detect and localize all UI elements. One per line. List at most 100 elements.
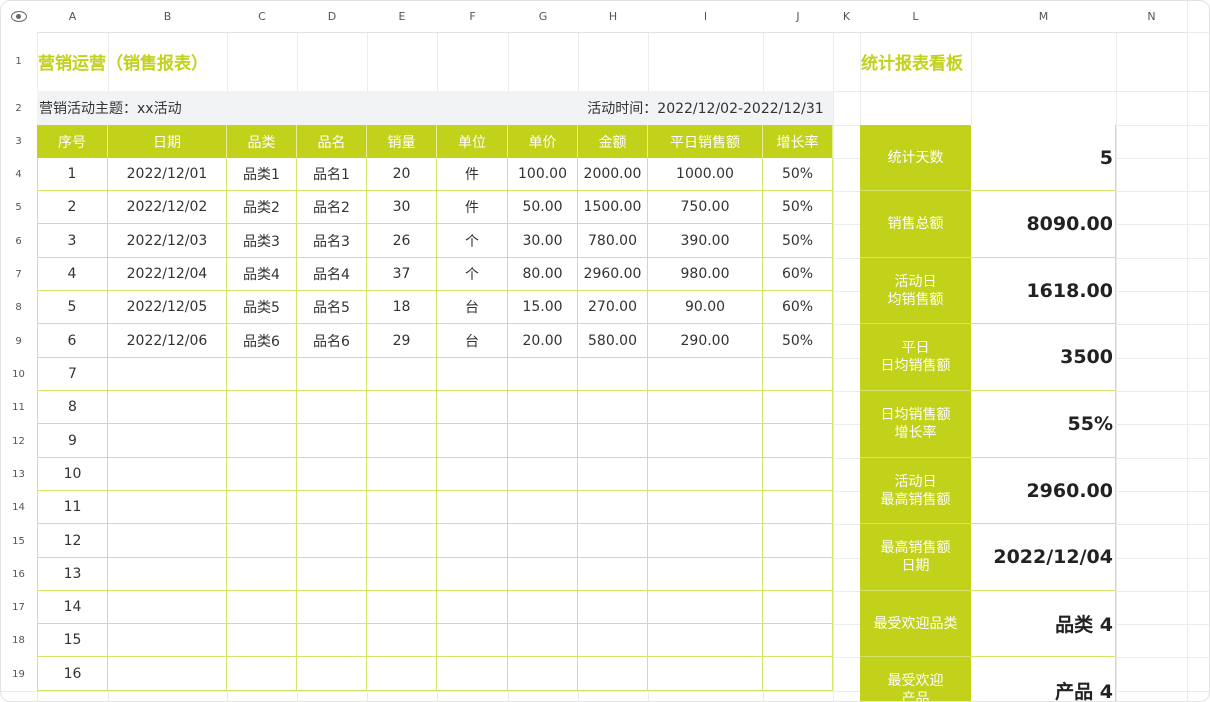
table-cell[interactable] <box>578 491 648 524</box>
table-cell[interactable] <box>437 424 508 458</box>
dashboard-value[interactable]: 55% <box>971 391 1116 458</box>
table-cell[interactable]: 品名3 <box>297 224 367 258</box>
table-cell[interactable] <box>763 524 833 558</box>
table-cell[interactable]: 5 <box>37 291 108 324</box>
row-header[interactable]: 17 <box>0 591 37 624</box>
table-cell[interactable] <box>648 558 763 591</box>
table-header-cell[interactable]: 日期 <box>108 125 227 158</box>
dashboard-title[interactable]: 统计报表看板 <box>860 32 1116 91</box>
table-cell[interactable] <box>508 391 578 424</box>
table-cell[interactable] <box>578 524 648 558</box>
table-cell[interactable] <box>108 558 227 591</box>
table-cell[interactable] <box>763 657 833 691</box>
activity-period[interactable]: 活动时间：2022/12/02-2022/12/31 <box>578 91 833 125</box>
table-header-cell[interactable]: 增长率 <box>763 125 833 158</box>
row-header[interactable]: 3 <box>0 125 37 158</box>
table-cell[interactable]: 2000.00 <box>578 158 648 191</box>
table-cell[interactable] <box>227 524 297 558</box>
table-cell[interactable] <box>227 657 297 691</box>
table-header-cell[interactable]: 品名 <box>297 125 367 158</box>
table-cell[interactable] <box>508 591 578 624</box>
table-cell[interactable] <box>578 458 648 491</box>
table-cell[interactable]: 品名1 <box>297 158 367 191</box>
table-cell[interactable] <box>367 591 437 624</box>
table-cell[interactable]: 2022/12/05 <box>108 291 227 324</box>
table-cell[interactable] <box>227 458 297 491</box>
row-header[interactable]: 14 <box>0 491 37 524</box>
table-cell[interactable] <box>437 591 508 624</box>
table-cell[interactable] <box>648 491 763 524</box>
table-cell[interactable] <box>297 624 367 657</box>
table-cell[interactable]: 13 <box>37 558 108 591</box>
table-cell[interactable] <box>297 358 367 391</box>
table-cell[interactable]: 2022/12/06 <box>108 324 227 358</box>
table-cell[interactable]: 品类4 <box>227 258 297 291</box>
table-cell[interactable]: 个 <box>437 224 508 258</box>
column-header[interactable]: F <box>437 0 508 33</box>
table-cell[interactable] <box>367 491 437 524</box>
table-cell[interactable] <box>763 624 833 657</box>
table-cell[interactable] <box>648 624 763 657</box>
table-header-cell[interactable]: 金额 <box>578 125 648 158</box>
table-cell[interactable]: 80.00 <box>508 258 578 291</box>
column-header[interactable]: G <box>508 0 578 33</box>
table-cell[interactable] <box>367 524 437 558</box>
table-cell[interactable]: 品类6 <box>227 324 297 358</box>
table-cell[interactable] <box>648 524 763 558</box>
row-header[interactable]: 2 <box>0 91 37 125</box>
row-header[interactable]: 18 <box>0 624 37 657</box>
table-cell[interactable]: 60% <box>763 291 833 324</box>
table-cell[interactable]: 50% <box>763 191 833 224</box>
table-cell[interactable] <box>367 391 437 424</box>
row-header[interactable]: 4 <box>0 158 37 191</box>
table-cell[interactable]: 台 <box>437 291 508 324</box>
table-cell[interactable] <box>763 491 833 524</box>
table-cell[interactable] <box>763 591 833 624</box>
table-cell[interactable]: 18 <box>367 291 437 324</box>
table-cell[interactable] <box>437 558 508 591</box>
table-cell[interactable] <box>297 491 367 524</box>
table-cell[interactable] <box>227 491 297 524</box>
column-header[interactable]: N <box>1116 0 1187 33</box>
table-cell[interactable]: 60% <box>763 258 833 291</box>
table-cell[interactable]: 品类1 <box>227 158 297 191</box>
table-cell[interactable] <box>108 391 227 424</box>
table-cell[interactable] <box>297 657 367 691</box>
dashboard-label[interactable]: 最受欢迎 产品 <box>860 657 971 702</box>
table-cell[interactable]: 品类2 <box>227 191 297 224</box>
table-cell[interactable] <box>578 424 648 458</box>
table-cell[interactable]: 50% <box>763 324 833 358</box>
table-cell[interactable]: 8 <box>37 391 108 424</box>
dashboard-value[interactable]: 品类 4 <box>971 591 1116 657</box>
table-cell[interactable] <box>508 624 578 657</box>
table-cell[interactable]: 9 <box>37 424 108 458</box>
dashboard-value[interactable]: 2960.00 <box>971 458 1116 524</box>
table-cell[interactable]: 750.00 <box>648 191 763 224</box>
dashboard-value[interactable]: 产品 4 <box>971 657 1116 702</box>
column-header[interactable]: I <box>648 0 763 33</box>
dashboard-value[interactable]: 8090.00 <box>971 191 1116 258</box>
table-cell[interactable] <box>648 657 763 691</box>
table-cell[interactable] <box>297 458 367 491</box>
table-cell[interactable] <box>437 524 508 558</box>
table-cell[interactable] <box>578 657 648 691</box>
table-cell[interactable] <box>108 491 227 524</box>
table-cell[interactable] <box>578 624 648 657</box>
table-cell[interactable]: 16 <box>37 657 108 691</box>
select-all-corner[interactable] <box>0 0 37 33</box>
dashboard-label[interactable]: 统计天数 <box>860 125 971 191</box>
table-cell[interactable] <box>437 624 508 657</box>
dashboard-value[interactable]: 2022/12/04 <box>971 524 1116 591</box>
table-cell[interactable] <box>508 491 578 524</box>
dashboard-label[interactable]: 最高销售额 日期 <box>860 524 971 591</box>
table-cell[interactable] <box>648 358 763 391</box>
table-cell[interactable] <box>108 458 227 491</box>
table-cell[interactable]: 26 <box>367 224 437 258</box>
table-cell[interactable]: 件 <box>437 191 508 224</box>
row-header[interactable]: 7 <box>0 258 37 291</box>
dashboard-label[interactable]: 日均销售额 增长率 <box>860 391 971 458</box>
table-cell[interactable]: 100.00 <box>508 158 578 191</box>
column-header[interactable]: H <box>578 0 648 33</box>
table-cell[interactable] <box>508 657 578 691</box>
table-cell[interactable]: 290.00 <box>648 324 763 358</box>
